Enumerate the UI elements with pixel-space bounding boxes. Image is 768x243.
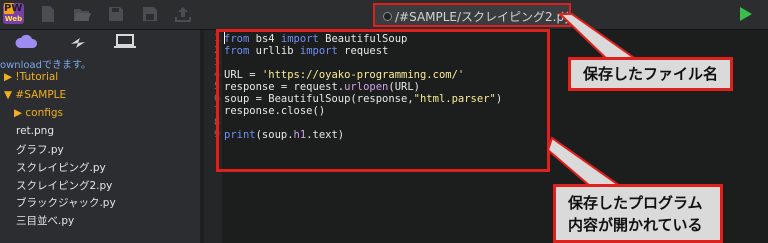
tree-file-ret-png[interactable]: ret.png [16, 125, 54, 137]
run-icon[interactable] [740, 7, 752, 21]
tree-file-scraping[interactable]: スクレイピング.py [16, 160, 106, 175]
tree-folder-configs[interactable]: ▶ configs [14, 107, 63, 119]
tab-title: /#SAMPLE/スクレイピング2.py [395, 10, 572, 24]
tree-folder-sample[interactable]: ▼ #SAMPLE [4, 89, 66, 101]
file-tab[interactable]: /#SAMPLE/スクレイピング2.py [373, 3, 571, 27]
sidebar-tabs [0, 30, 200, 56]
sidebar: ownloadできます。 ▶ !Tutorial ▼ #SAMPLE ▶ con… [0, 30, 200, 243]
tree-file-graph[interactable]: グラフ.py [16, 142, 64, 157]
new-file-icon[interactable] [39, 5, 57, 23]
upload-icon[interactable] [174, 5, 192, 23]
save-icon[interactable] [107, 5, 125, 23]
logo-sub: Web [4, 15, 23, 23]
toolbar: PW Web /#SAMPLE/スクレイピング2.py × [0, 0, 768, 30]
cloud-icon[interactable] [14, 32, 40, 52]
open-folder-icon[interactable] [73, 5, 91, 23]
tree-file-blackjack[interactable]: ブラックジャック.py [16, 195, 116, 210]
callout-program-line1: 保存したプログラム [568, 194, 703, 212]
tree-folder-tutorial[interactable]: ▶ !Tutorial [4, 71, 58, 83]
tab-close-icon[interactable]: × [558, 8, 572, 22]
save-as-icon[interactable] [141, 5, 159, 23]
code-highlight-box [216, 29, 550, 172]
unsaved-dot-icon [383, 12, 392, 21]
logo-letter: PW [4, 3, 23, 14]
tree-file-tictactoe[interactable]: 三目並べ.py [16, 213, 74, 228]
download-notice: ownloadできます。 [0, 60, 92, 71]
callout-file-name: 保存したファイル名 [568, 57, 733, 91]
tree-file-scraping2[interactable]: スクレイピング2.py [16, 178, 112, 193]
ide-window: PW Web /#SAMPLE/スクレイピング2.py × ownloadできま… [0, 0, 768, 243]
app-logo: PW Web [3, 3, 24, 24]
plug-icon[interactable] [65, 32, 91, 52]
laptop-icon[interactable] [112, 32, 138, 52]
callout-program: 保存したプログラム 内容が開かれている [553, 184, 723, 243]
callout-program-line2: 内容が開かれている [568, 216, 703, 234]
